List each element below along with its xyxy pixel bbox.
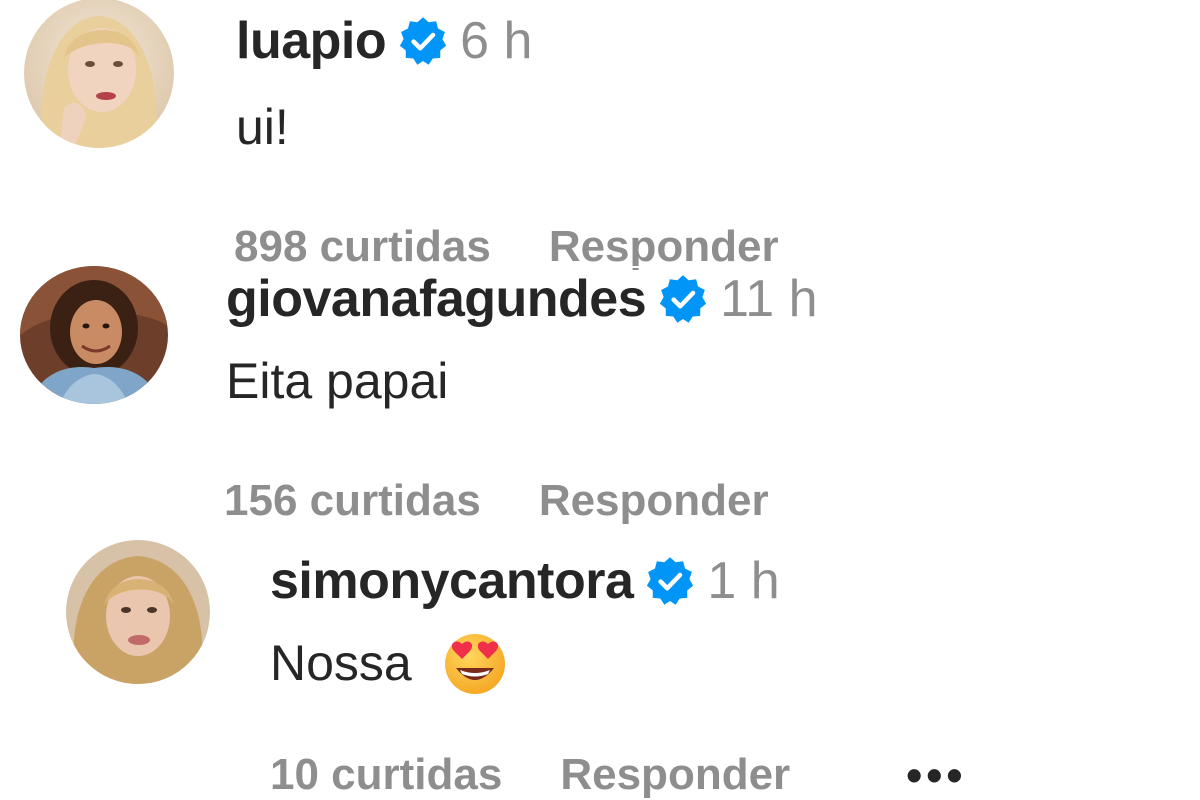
comment-header: simonycantora 1 h bbox=[270, 548, 780, 614]
profile-photo-icon bbox=[24, 0, 174, 148]
more-options-icon[interactable]: ••• bbox=[906, 752, 966, 798]
avatar[interactable] bbox=[66, 540, 210, 684]
comment-header: giovanafagundes 11 h bbox=[226, 266, 818, 332]
comment-time: 1 h bbox=[707, 552, 780, 610]
comment-text: Nossa bbox=[270, 630, 508, 696]
profile-photo-icon bbox=[20, 266, 168, 404]
reply-button[interactable]: Responder bbox=[549, 222, 779, 272]
username[interactable]: giovanafagundes bbox=[226, 269, 647, 329]
verified-badge-icon bbox=[645, 556, 695, 606]
username[interactable]: luapio bbox=[236, 11, 387, 71]
heart-eyes-emoji-icon bbox=[442, 630, 508, 696]
comments-screen: luapio 6 h ui! 898 curtidas Responder gi… bbox=[0, 0, 1200, 800]
likes-count[interactable]: 10 curtidas bbox=[270, 750, 502, 800]
comment-actions: 898 curtidas Responder bbox=[234, 222, 779, 272]
comment-time: 11 h bbox=[720, 270, 818, 328]
likes-count[interactable]: 156 curtidas bbox=[224, 476, 481, 526]
avatar[interactable] bbox=[24, 0, 174, 148]
comment-header: luapio 6 h bbox=[236, 8, 532, 74]
comment-text: Eita papai bbox=[226, 353, 449, 409]
verified-badge-icon bbox=[658, 274, 708, 324]
comment-actions: 156 curtidas Responder bbox=[224, 476, 769, 526]
avatar[interactable] bbox=[20, 266, 168, 404]
verified-badge-icon bbox=[398, 16, 448, 66]
profile-photo-icon bbox=[66, 540, 210, 684]
comment-time: 6 h bbox=[460, 12, 533, 70]
reply-button[interactable]: Responder bbox=[539, 476, 769, 526]
comment-text: ui! bbox=[236, 99, 289, 155]
likes-count[interactable]: 898 curtidas bbox=[234, 222, 491, 272]
comment-text-body: Nossa bbox=[270, 635, 412, 691]
comment-actions: 10 curtidas Responder ••• bbox=[270, 750, 967, 800]
username[interactable]: simonycantora bbox=[270, 551, 634, 611]
reply-button[interactable]: Responder bbox=[560, 750, 790, 800]
